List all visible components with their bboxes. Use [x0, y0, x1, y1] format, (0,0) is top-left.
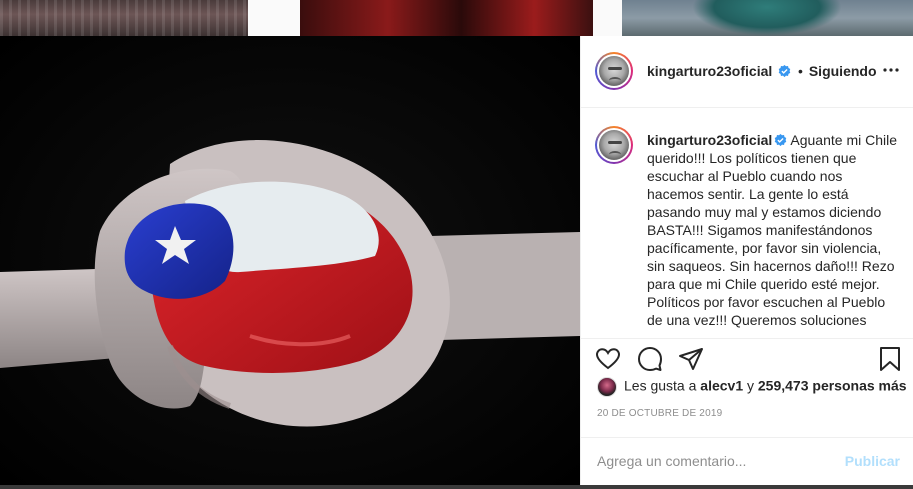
post-side-panel: kingarturo23oficial • Siguiendo kingartu… — [580, 36, 913, 485]
grid-thumbnail[interactable] — [622, 0, 913, 36]
more-options-icon[interactable] — [882, 60, 900, 80]
post-caption: kingarturo23oficial Aguante mi Chile que… — [581, 108, 913, 338]
verified-badge-icon — [775, 134, 787, 147]
following-button[interactable]: Siguiendo — [809, 63, 877, 79]
liker-username[interactable]: alecv1 — [700, 378, 743, 394]
publish-button[interactable]: Publicar — [845, 453, 900, 469]
verified-badge-icon — [778, 65, 791, 78]
post-actions: Les gusta a alecv1 y 259,473 personas má… — [581, 338, 913, 448]
bookmark-icon[interactable] — [877, 346, 903, 372]
likes-middle: y — [743, 377, 758, 394]
background-grid — [0, 0, 913, 36]
post-image[interactable] — [0, 36, 580, 485]
separator-dot: • — [798, 63, 803, 79]
post-date[interactable]: 20 DE OCTUBRE DE 2019 — [597, 408, 722, 419]
author-line: kingarturo23oficial • Siguiendo — [647, 63, 877, 79]
likes-count[interactable]: 259,473 personas más — [758, 378, 907, 394]
caption-text: Aguante mi Chile querido!!! Los político… — [647, 132, 898, 328]
caption-author-avatar[interactable] — [595, 126, 633, 164]
clasped-hands-chile-flag-image — [0, 36, 580, 485]
grid-thumbnail[interactable] — [0, 0, 248, 36]
comment-box: Agrega un comentario... Publicar — [581, 437, 913, 485]
comment-icon[interactable] — [637, 346, 663, 372]
comment-input[interactable]: Agrega un comentario... — [597, 453, 746, 469]
likes-summary[interactable]: Les gusta a alecv1 y 259,473 personas má… — [597, 377, 907, 399]
liker-avatar[interactable] — [597, 377, 617, 397]
bottom-edge — [0, 485, 913, 489]
heart-icon[interactable] — [595, 346, 621, 372]
grid-thumbnail[interactable] — [300, 0, 593, 36]
caption-author-username[interactable]: kingarturo23oficial — [647, 132, 772, 148]
author-avatar[interactable] — [595, 52, 633, 90]
author-username[interactable]: kingarturo23oficial — [647, 63, 772, 79]
caption-body: kingarturo23oficial Aguante mi Chile que… — [647, 131, 899, 329]
likes-prefix: Les gusta a — [624, 377, 701, 394]
share-icon[interactable] — [678, 346, 704, 372]
post-header: kingarturo23oficial • Siguiendo — [581, 36, 913, 108]
